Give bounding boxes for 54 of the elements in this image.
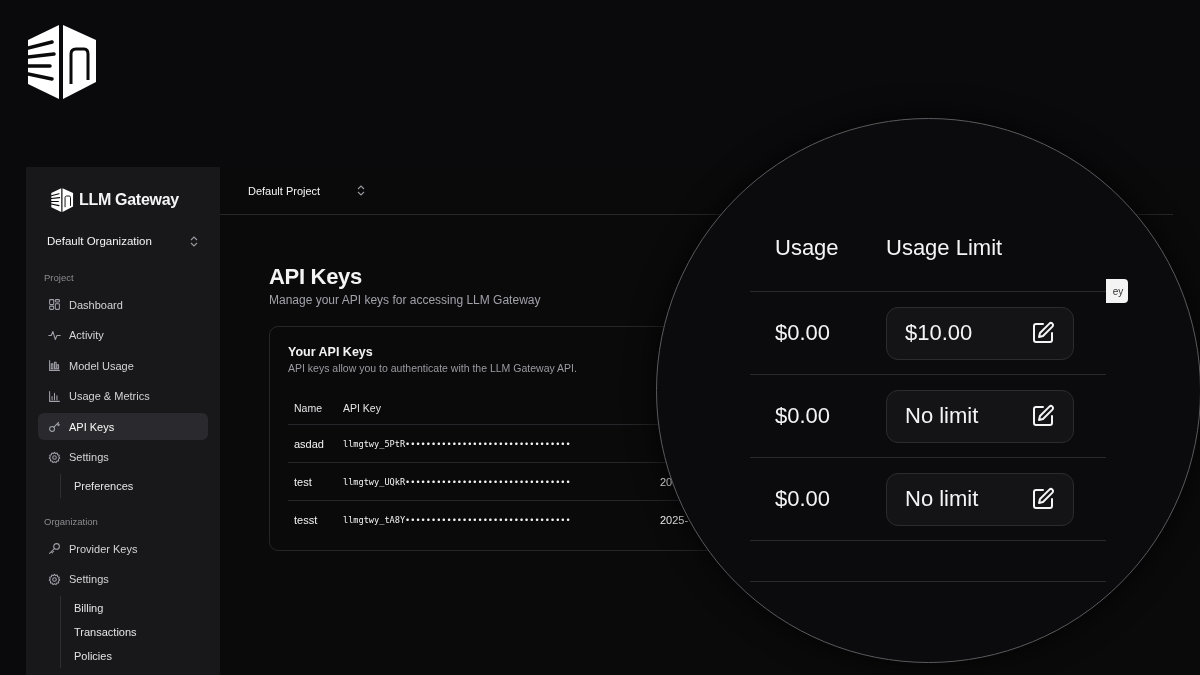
sidebar-item[interactable]: Settings [38, 443, 208, 471]
table-cell: 20 [660, 475, 673, 488]
table-cell: test [288, 462, 337, 501]
page-title: API Keys [269, 263, 363, 291]
sidebar-item[interactable]: Dashboard [38, 291, 208, 318]
usage-limit-button[interactable]: $10.00 [886, 306, 1074, 360]
usage-limit-button[interactable]: No limit [886, 472, 1074, 526]
column-header: Name [288, 392, 337, 425]
gear-icon [48, 572, 61, 586]
chevron-updown-icon [357, 185, 365, 196]
edit-icon [1031, 487, 1055, 511]
column-header: Usage [774, 235, 840, 261]
pulse-icon [48, 328, 61, 342]
chevron-updown-icon [190, 235, 198, 247]
table-cell: asdad [288, 424, 337, 463]
edit-icon [1031, 404, 1055, 428]
sidebar-item[interactable]: Model Usage [38, 352, 208, 379]
sidebar-item[interactable]: Activity [38, 321, 208, 349]
sidebar-subitem[interactable]: Preferences [74, 474, 208, 498]
sidebar-subitem[interactable]: Billing [74, 596, 208, 620]
brand-name: LLM Gateway [79, 191, 179, 209]
organization-select[interactable]: Default Organization [47, 232, 198, 250]
sidebar-item[interactable]: Settings [38, 565, 208, 593]
table-cell: llmgtwy_tA8Y•••••••••••••••••••••••••••••••• [337, 500, 654, 538]
logo-icon [51, 188, 74, 212]
bar-chart-icon [48, 359, 61, 372]
sidebar-item[interactable]: Usage & Metrics [38, 382, 208, 410]
table-cell-text: $0.00 [774, 320, 832, 346]
logo-icon [28, 24, 98, 99]
table-cell: 2025- [660, 513, 689, 526]
card-title: Your API Keys [288, 345, 374, 359]
column-header: API Key [337, 392, 654, 425]
grid-icon [48, 298, 61, 311]
table-cell-text: $0.00 [774, 486, 832, 512]
gear-icon [48, 450, 61, 464]
sidebar-item[interactable]: API Keys [38, 413, 208, 440]
section-label: Project [44, 272, 75, 283]
table-cell: llmgtwy_5PtR•••••••••••••••••••••••••••••••• [337, 424, 654, 463]
column-header: Usage Limit [886, 235, 1003, 261]
project-select[interactable]: Default Project [248, 184, 365, 197]
key-icon [48, 542, 61, 555]
sidebar-subitem[interactable]: Policies [74, 644, 208, 668]
card-description: API keys allow you to authenticate with the LLM Gateway API. [288, 362, 578, 374]
section-label: Organization [44, 516, 99, 527]
key-icon [48, 420, 61, 433]
partial-button[interactable]: ey [1106, 279, 1128, 303]
edit-icon [1031, 321, 1055, 345]
bar-chart-icon [48, 389, 61, 403]
table-cell: llmgtwy_UQkR•••••••••••••••••••••••••••••••• [337, 462, 654, 501]
table-cell: tesst [288, 500, 337, 538]
usage-limit-button[interactable]: No limit [886, 389, 1074, 443]
sidebar-item[interactable]: Provider Keys [38, 535, 208, 562]
sidebar-subitem[interactable]: Transactions [74, 620, 208, 644]
table-cell-text: $0.00 [774, 403, 832, 429]
